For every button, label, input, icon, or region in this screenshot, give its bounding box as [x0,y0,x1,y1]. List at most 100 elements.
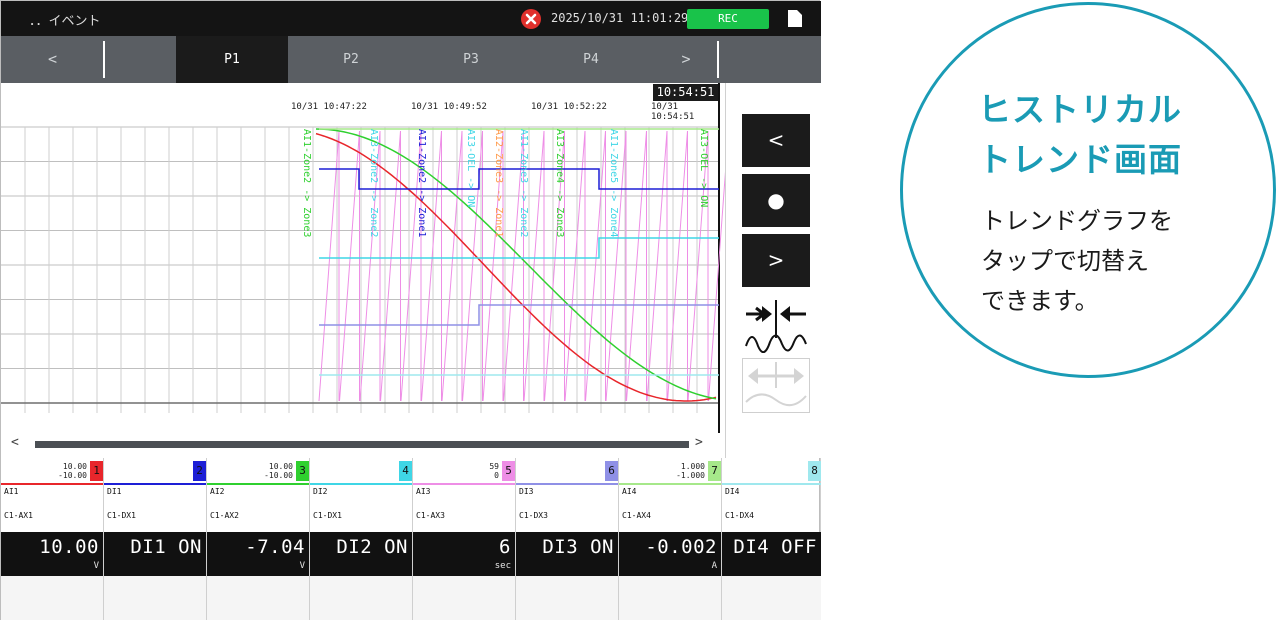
channel-value-box: DI3 ON [516,532,618,576]
channel-value-box: DI1 ON [104,532,206,576]
event-label: AI3-Zone2 -> Zone2 [368,129,379,237]
channel-panel[interactable]: 10.00 -10.00 1 AI1 C1-AX1 10.00 V [1,458,104,620]
channel-value-box: 6 sec [413,532,515,576]
status-bar: ．．イベント 2025/10/31 11:01:29 REC [1,1,821,36]
channel-value: DI2 ON [336,536,408,558]
channel-value: DI3 ON [542,536,614,558]
time-tick-label: 10/31 10:49:52 [411,102,487,112]
feature-callout: ヒストリカル トレンド画面 トレンドグラフを タップで切替え できます。 [900,2,1276,378]
tab-divider [717,41,719,78]
channel-unit: V [93,561,99,571]
channel-panel[interactable]: 1.000 -1.000 7 AI4 C1-AX4 -0.002 A [619,458,722,620]
channel-address: C1-DX4 [725,511,754,520]
callout-text: トレンドグラフを [981,207,1173,235]
channel-header: 4 [310,458,412,485]
tab-p4[interactable]: P4 [536,36,646,83]
channel-footer [104,576,206,620]
time-tick-label: 10/31 10:47:22 [291,102,367,112]
event-label: AI2-Zone3 -> Zone1 [493,129,504,237]
event-label: AI3-Zone4 -> Zone3 [554,129,565,237]
tab-p2[interactable]: P2 [296,36,406,83]
channel-header: 10.00 -10.00 3 [207,458,309,485]
trend-control-panel: < ● > [725,83,821,458]
channel-number: 5 [502,461,515,481]
channel-footer [310,576,412,620]
scroll-right-arrow[interactable]: > [695,435,703,450]
channel-range: 1.000 -1.000 [676,462,705,480]
channel-address: C1-AX1 [4,511,33,520]
channel-value-box: -0.002 A [619,532,721,576]
channel-value: -7.04 [245,536,305,558]
channel-value-box: -7.04 V [207,532,309,576]
datetime: 2025/10/31 11:01:29 [551,11,689,25]
horizontal-scrollbar[interactable] [35,441,689,448]
trend-plot[interactable]: AI1-Zone2 -> Zone3 AI3-Zone2 -> Zone2 AI1-… [1,83,725,458]
channel-unit: V [299,561,305,571]
tab-p3[interactable]: P3 [416,36,526,83]
channel-panel[interactable]: 4 DI2 C1-DX1 DI2 ON [310,458,413,620]
channel-header: 6 [516,458,618,485]
channel-address: C1-DX1 [107,511,136,520]
alarm-icon[interactable] [521,9,541,29]
tab-next-button[interactable]: > [656,36,716,83]
time-zoom-out-icon [742,358,810,417]
channel-tag: DI1 [107,487,122,496]
window-title: ．．イベント [29,14,101,29]
channel-header: 1.000 -1.000 7 [619,458,721,485]
callout-title: トレンド画面 [978,140,1182,179]
channel-header: 8 [722,458,821,485]
event-label: AI1-Zone3 -> Zone2 [518,129,529,237]
channel-address: C1-AX4 [622,511,651,520]
channel-unit: sec [494,561,511,571]
event-label: AI1-Zone2 -> Zone3 [301,129,312,237]
channel-panel[interactable]: 8 DI4 C1-DX4 DI4 OFF [722,458,821,620]
channel-header: 2 [104,458,206,485]
callout-title: ヒストリカル [978,90,1182,129]
channel-footer [1,576,103,620]
event-label: AI3-OEL -> ON [698,129,709,207]
forward-button[interactable]: > [742,234,810,287]
channel-display-strip: 10.00 -10.00 1 AI1 C1-AX1 10.00 V 2 DI1 C… [1,458,821,620]
channel-number: 6 [605,461,618,481]
time-tick-label: 10/31 10:54:51 [651,102,695,122]
channel-value: DI4 OFF [733,536,817,558]
channel-unit: A [711,561,717,571]
tab-p1[interactable]: P1 [176,36,288,83]
channel-number: 2 [193,461,206,481]
channel-tag: DI4 [725,487,740,496]
channel-panel[interactable]: 59 0 5 AI3 C1-AX3 6 sec [413,458,516,620]
page-tab-bar: < P1 P2 P3 P4 > [1,36,821,83]
channel-address: C1-AX3 [416,511,445,520]
channel-header: 59 0 5 [413,458,515,485]
scroll-left-arrow[interactable]: < [11,435,19,450]
channel-address: C1-DX3 [519,511,548,520]
current-position-button[interactable]: ● [742,174,810,227]
channel-value: -0.002 [645,536,717,558]
channel-value-box: DI2 ON [310,532,412,576]
channel-range: 10.00 -10.00 [58,462,87,480]
channel-footer [413,576,515,620]
tab-prev-button[interactable]: < [1,36,104,83]
event-label: AI3-OEL -> ON [465,129,476,207]
back-button[interactable]: < [742,114,810,167]
channel-address: C1-DX1 [313,511,342,520]
channel-panel[interactable]: 10.00 -10.00 3 AI2 C1-AX2 -7.04 V [207,458,310,620]
document-icon[interactable] [788,10,802,31]
event-label: AI1-Zone5 -> Zone4 [608,129,619,237]
channel-panel[interactable]: 2 DI1 C1-DX1 DI1 ON [104,458,207,620]
channel-panel[interactable]: 6 DI3 C1-DX3 DI3 ON [516,458,619,620]
time-zoom-in-icon[interactable] [742,298,810,357]
channel-footer [207,576,309,620]
channel-number: 4 [399,461,412,481]
recorder-screen: ．．イベント 2025/10/31 11:01:29 REC < P1 P2 P… [0,0,821,620]
channel-range: 10.00 -10.00 [264,462,293,480]
tab-divider [103,41,105,78]
rec-button[interactable]: REC [687,9,769,29]
trend-graph[interactable]: AI1-Zone2 -> Zone3 AI3-Zone2 -> Zone2 AI1-… [1,83,725,458]
channel-number: 1 [90,461,103,481]
channel-tag: DI2 [313,487,328,496]
channel-value-box: DI4 OFF [722,532,821,576]
channel-tag: AI2 [210,487,225,496]
channel-tag: DI3 [519,487,534,496]
channel-value: DI1 ON [130,536,202,558]
